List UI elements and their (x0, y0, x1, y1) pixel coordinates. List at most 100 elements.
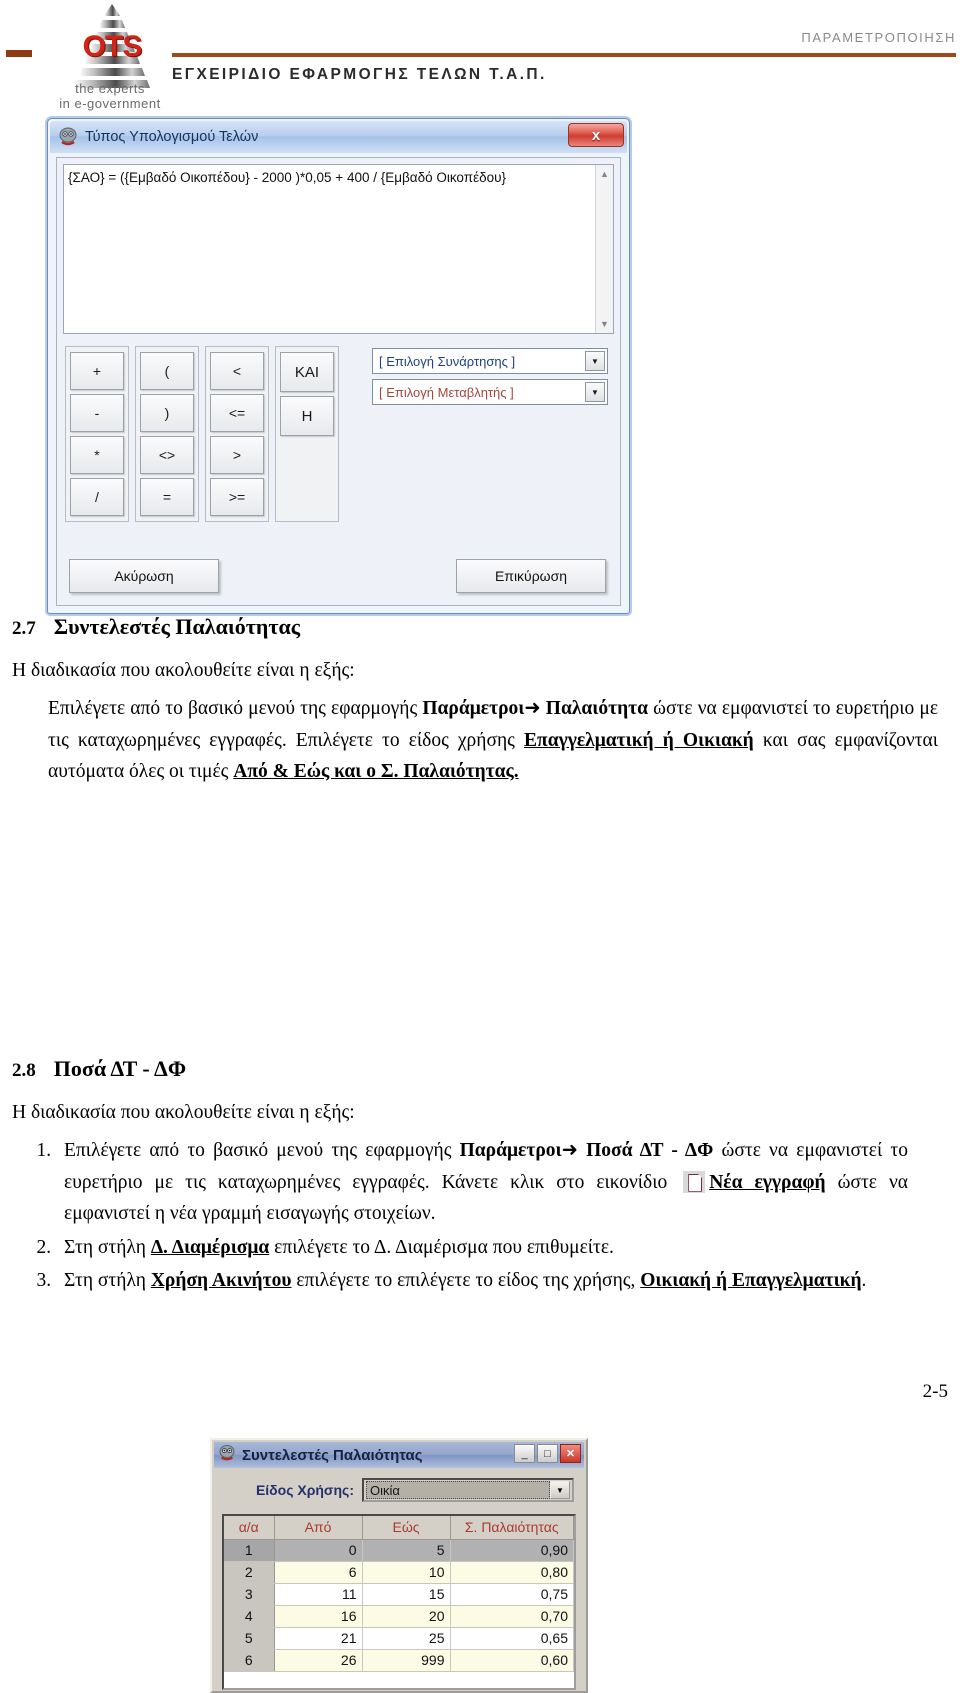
s28-menu-parametroi: Παράμετροι (459, 1140, 562, 1162)
cell-to[interactable]: 15 (362, 1583, 451, 1606)
formula-dialog-titlebar[interactable]: Τύπος Υπολογισμού Τελών x (50, 121, 627, 153)
column-header-idx[interactable]: α/α (224, 1516, 275, 1540)
header-dash-mark (6, 50, 32, 57)
s28-underline-diamerisma: Δ. Διαμέρισμα (150, 1236, 270, 1258)
op-and-button[interactable]: ΚΑΙ (280, 352, 334, 392)
cell-to[interactable]: 25 (362, 1627, 451, 1650)
op-less-button[interactable]: < (210, 352, 264, 390)
op-not-equal-button[interactable]: <> (140, 436, 194, 474)
close-icon[interactable]: x (568, 123, 624, 147)
column-header-to[interactable]: Εώς (362, 1516, 451, 1540)
scroll-up-icon[interactable]: ▲ (596, 166, 613, 182)
use-type-select[interactable]: Οικία ▼ (362, 1478, 574, 1502)
cell-coef[interactable]: 0,80 (450, 1561, 574, 1584)
application-icon (58, 127, 78, 147)
column-header-coef[interactable]: Σ. Παλαιότητας (450, 1516, 574, 1540)
s28-underline-oikiaki: Οικιακή ή Επαγγελματική (640, 1270, 862, 1292)
s28-menu-posa: Ποσά ΔΤ - ΔΦ (586, 1140, 714, 1162)
expression-box[interactable]: {ΣΑΟ} = ({Εμβαδό Οικοπέδου} - 2000 )*0,0… (63, 164, 614, 334)
op-close-paren-button[interactable]: ) (140, 394, 194, 432)
s28-step2-a: Στη στήλη (64, 1236, 151, 1258)
s27-menu-parametroi: Παράμετροι (422, 698, 525, 720)
cell-coef[interactable]: 0,75 (450, 1583, 574, 1606)
op-plus-button[interactable]: + (70, 352, 124, 390)
column-header-from[interactable]: Από (274, 1516, 363, 1540)
expression-input[interactable]: {ΣΑΟ} = ({Εμβαδό Οικοπέδου} - 2000 )*0,0… (64, 165, 595, 333)
maximize-icon[interactable]: □ (537, 1444, 558, 1463)
s28-step3-c: . (861, 1270, 867, 1292)
function-select[interactable]: [ Επιλογή Συνάρτησης ] ▼ (372, 348, 608, 374)
document-content: 2.7 Συντελεστές Παλαιότητας Η διαδικασία… (0, 614, 960, 1693)
keypad-column-arithmetic: + - * / (65, 346, 129, 522)
variable-select[interactable]: [ Επιλογή Μεταβλητής ] ▼ (372, 379, 608, 405)
op-divide-button[interactable]: / (70, 478, 124, 516)
section-27-number: 2.7 (12, 618, 36, 639)
selection-combos: [ Επιλογή Συνάρτησης ] ▼ [ Επιλογή Μεταβ… (372, 348, 608, 410)
cell-coef[interactable]: 0,65 (450, 1627, 574, 1650)
chevron-down-icon[interactable]: ▼ (585, 382, 605, 402)
new-document-icon[interactable] (683, 1170, 706, 1193)
coefficients-dialog-title: Συντελεστές Παλαιότητας (242, 1446, 423, 1464)
table-row[interactable]: 6 26 999 0,60 (224, 1649, 574, 1672)
window-controls: _ □ ✕ (514, 1444, 581, 1463)
op-greater-equal-button[interactable]: >= (210, 478, 264, 516)
cell-from[interactable]: 6 (274, 1561, 363, 1584)
header-section-label: ΠΑΡΑΜΕΤΡΟΠΟΙΗΣΗ (801, 30, 956, 45)
cell-to[interactable]: 20 (362, 1605, 451, 1628)
minimize-icon[interactable]: _ (514, 1444, 535, 1463)
cell-idx: 2 (224, 1561, 275, 1584)
table-row[interactable]: 4 16 20 0,70 (224, 1605, 574, 1628)
s28-underline-chrisi: Χρήση Ακινήτου (150, 1270, 292, 1292)
op-less-equal-button[interactable]: <= (210, 394, 264, 432)
list-item: Στη στήλη Χρήση Ακινήτου επιλέγετε το επ… (56, 1265, 908, 1297)
header-rule (172, 53, 956, 57)
scroll-down-icon[interactable]: ▼ (596, 316, 613, 332)
formula-dialog: Τύπος Υπολογισμού Τελών x {ΣΑΟ} = ({Εμβα… (47, 118, 630, 614)
table-row[interactable]: 2 6 10 0,80 (224, 1561, 574, 1584)
cell-coef[interactable]: 0,70 (450, 1605, 574, 1628)
table-row[interactable]: 1 0 5 0,90 (224, 1539, 574, 1562)
page-header: OTS the experts in e-government ΠΑΡΑΜΕΤΡ… (0, 0, 960, 112)
table-row[interactable]: 3 11 15 0,75 (224, 1583, 574, 1606)
close-icon[interactable]: ✕ (560, 1444, 581, 1463)
cell-from[interactable]: 16 (274, 1605, 363, 1628)
cell-to[interactable]: 5 (362, 1539, 451, 1562)
op-equal-button[interactable]: = (140, 478, 194, 516)
op-or-button[interactable]: Η (280, 396, 334, 436)
expression-scrollbar[interactable]: ▲ ▼ (595, 165, 613, 333)
cell-to[interactable]: 999 (362, 1649, 451, 1672)
confirm-button[interactable]: Επικύρωση (456, 559, 606, 593)
s27-underline-values: Από & Εώς και ο Σ. Παλαιότητας. (233, 761, 519, 783)
op-greater-button[interactable]: > (210, 436, 264, 474)
operator-keypad: + - * / ( ) <> = < <= > >= ΚΑΙ Η (65, 346, 339, 522)
keypad-column-logical: ΚΑΙ Η (275, 346, 339, 522)
logo-tagline-2: in e-government (59, 96, 161, 111)
cell-from[interactable]: 21 (274, 1627, 363, 1650)
section-27-heading: 2.7 Συντελεστές Παλαιότητας (12, 614, 960, 640)
chevron-down-icon[interactable]: ▼ (550, 1481, 570, 1499)
use-type-row: Είδος Χρήσης: Οικία ▼ (224, 1478, 574, 1502)
cell-from[interactable]: 26 (274, 1649, 363, 1672)
table-row[interactable]: 5 21 25 0,65 (224, 1627, 574, 1650)
formula-dialog-body: {ΣΑΟ} = ({Εμβαδό Οικοπέδου} - 2000 )*0,0… (56, 157, 621, 606)
coefficients-dialog-titlebar[interactable]: Συντελεστές Παλαιότητας _ □ ✕ (214, 1442, 584, 1468)
section-28-steps: Επιλέγετε από το βασικό μενού της εφαρμο… (0, 1134, 908, 1297)
cell-to[interactable]: 10 (362, 1561, 451, 1584)
s27-text-a: Επιλέγετε από το βασικό μενού της εφαρμο… (48, 698, 423, 720)
section-28-number: 2.8 (12, 1059, 36, 1081)
cell-idx: 6 (224, 1649, 275, 1672)
section-27-paragraph: Επιλέγετε από το βασικό μενού της εφαρμο… (48, 692, 938, 788)
cell-coef[interactable]: 0,60 (450, 1649, 574, 1672)
chevron-down-icon[interactable]: ▼ (585, 351, 605, 371)
op-minus-button[interactable]: - (70, 394, 124, 432)
op-multiply-button[interactable]: * (70, 436, 124, 474)
cell-from[interactable]: 0 (274, 1539, 363, 1562)
op-open-paren-button[interactable]: ( (140, 352, 194, 390)
cancel-button[interactable]: Ακύρωση (69, 559, 219, 593)
list-item: Επιλέγετε από το βασικό μενού της εφαρμο… (56, 1134, 908, 1230)
cell-coef[interactable]: 0,90 (450, 1539, 574, 1562)
section-28-intro: Η διαδικασία που ακολουθείτε είναι η εξή… (12, 1101, 355, 1123)
s28-step3-a: Στη στήλη (64, 1270, 151, 1292)
coefficients-grid[interactable]: α/α Από Εώς Σ. Παλαιότητας 1 0 5 0,90 2 (222, 1514, 576, 1690)
cell-from[interactable]: 11 (274, 1583, 363, 1606)
